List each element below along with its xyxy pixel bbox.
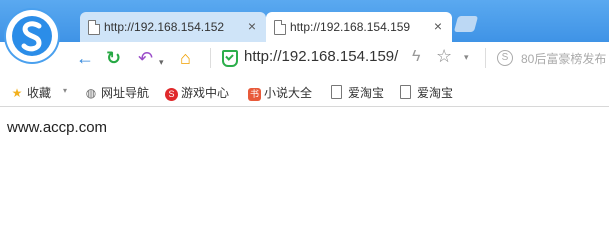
speed-mode-icon[interactable]: ϟ (412, 48, 420, 66)
page-icon (88, 20, 100, 35)
tab-active[interactable]: http://192.168.154.159 × (266, 12, 452, 42)
home-icon[interactable]: ⌂ (180, 48, 191, 68)
tab-inactive[interactable]: http://192.168.154.152 × (80, 12, 266, 42)
bookmark-game-center[interactable]: S 游戏中心 (165, 84, 229, 101)
globe-icon: ◍ (85, 86, 97, 100)
close-tab-icon[interactable]: × (248, 18, 256, 34)
bookmark-favorites[interactable]: ★ 收藏 (10, 84, 51, 101)
reload-icon[interactable]: ↻ (106, 48, 121, 68)
undo-close-tab-icon[interactable]: ↶ (138, 48, 153, 68)
bookmark-label: 游戏中心 (181, 86, 230, 100)
bookmark-novels[interactable]: 书小说大全 (248, 84, 312, 101)
page-icon (331, 85, 342, 99)
bookmark-taobao[interactable]: 爱淘宝 (331, 84, 384, 101)
page-content-text: www.accp.com (7, 119, 108, 136)
bookmark-label: 爱淘宝 (417, 86, 454, 100)
security-shield-icon[interactable] (222, 50, 238, 67)
bookmark-label: 收藏 (27, 86, 52, 100)
favorites-dropdown-icon[interactable]: ▾ (63, 86, 67, 95)
back-icon[interactable]: ← (76, 48, 94, 68)
toolbar-divider (210, 48, 211, 68)
sogou-browser-logo[interactable] (6, 10, 58, 62)
bookmark-star-icon[interactable]: ☆ (436, 46, 452, 67)
bookmark-taobao[interactable]: 爱淘宝 (400, 84, 453, 101)
page-icon (400, 85, 411, 99)
bookmark-label: 小说大全 (264, 86, 313, 100)
close-tab-icon[interactable]: × (434, 18, 442, 34)
toolbar-divider (485, 48, 486, 68)
address-dropdown-icon[interactable]: ▾ (464, 52, 469, 63)
undo-dropdown-icon[interactable]: ▾ (159, 52, 164, 72)
page-icon (274, 20, 286, 35)
novel-book-icon: 书 (248, 88, 261, 101)
star-icon: ★ (11, 86, 23, 100)
logo-icon (12, 16, 52, 56)
bookmark-label: 网址导航 (101, 86, 150, 100)
tab-title: http://192.168.154.152 (104, 20, 225, 34)
search-input[interactable]: 80后富豪榜发布 (521, 50, 606, 67)
bookmark-label: 爱淘宝 (348, 86, 385, 100)
address-bar[interactable]: http://192.168.154.159/ (244, 48, 398, 65)
bookmark-url-navigation[interactable]: ◍ 网址导航 (84, 84, 149, 101)
tab-title: http://192.168.154.159 (290, 20, 411, 34)
game-center-icon: S (165, 88, 178, 101)
search-engine-icon[interactable]: S (497, 50, 513, 66)
